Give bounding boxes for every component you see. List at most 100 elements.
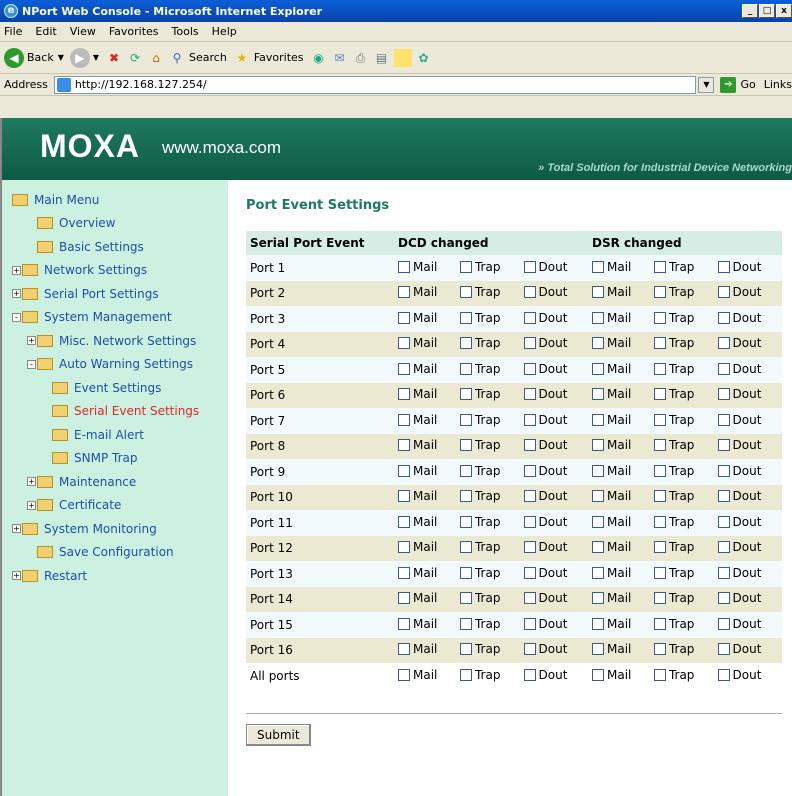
expand-icon[interactable]: + <box>12 524 21 534</box>
checkbox-box[interactable] <box>717 337 730 350</box>
sidebar-item-auto-warning-settings[interactable]: - Auto Warning Settings <box>2 353 228 377</box>
checkbox-box[interactable] <box>398 566 410 579</box>
checkbox-box[interactable] <box>459 617 472 630</box>
checkbox-box[interactable] <box>459 668 472 681</box>
dcd-trap-checkbox[interactable]: Trap <box>459 540 500 554</box>
checkbox-box[interactable] <box>717 668 730 681</box>
dsr-dout-checkbox[interactable]: Dout <box>717 540 761 554</box>
dcd-dout-checkbox[interactable]: Dout <box>523 642 567 656</box>
checkbox-box[interactable] <box>459 413 472 426</box>
dsr-dout-checkbox[interactable]: Dout <box>717 336 761 350</box>
dsr-dout-checkbox[interactable]: Dout <box>717 285 761 299</box>
sidebar-item-save-configuration[interactable]: Save Configuration <box>2 541 228 565</box>
dsr-dout-checkbox[interactable]: Dout <box>717 566 761 580</box>
dcd-trap-checkbox[interactable]: Trap <box>459 336 500 350</box>
checkbox-box[interactable] <box>653 617 666 630</box>
maximize-button[interactable]: □ <box>759 4 775 18</box>
checkbox-box[interactable] <box>523 286 536 299</box>
checkbox-box[interactable] <box>653 260 666 273</box>
checkbox-box[interactable] <box>459 362 472 375</box>
checkbox-box[interactable] <box>398 490 410 503</box>
checkbox-box[interactable] <box>523 260 536 273</box>
checkbox-box[interactable] <box>717 439 730 452</box>
checkbox-box[interactable] <box>717 643 730 656</box>
checkbox-box[interactable] <box>591 260 604 273</box>
dcd-dout-checkbox[interactable]: Dout <box>523 489 567 503</box>
minimize-button[interactable]: _ <box>742 4 758 18</box>
checkbox-box[interactable] <box>459 464 472 477</box>
checkbox-box[interactable] <box>653 541 666 554</box>
dcd-mail-checkbox[interactable]: Mail <box>398 260 437 274</box>
dcd-trap-checkbox[interactable]: Trap <box>459 668 500 682</box>
checkbox-box[interactable] <box>398 260 410 273</box>
banner-url[interactable]: www.moxa.com <box>162 138 281 158</box>
checkbox-box[interactable] <box>398 337 410 350</box>
dcd-dout-checkbox[interactable]: Dout <box>523 336 567 350</box>
dsr-mail-checkbox[interactable]: Mail <box>591 668 631 682</box>
menu-edit[interactable]: Edit <box>35 25 56 38</box>
sidebar-item-network-settings[interactable]: + Network Settings <box>2 259 228 283</box>
checkbox-box[interactable] <box>398 286 410 299</box>
dcd-trap-checkbox[interactable]: Trap <box>459 413 500 427</box>
sidebar-item-overview[interactable]: Overview <box>2 212 228 236</box>
checkbox-box[interactable] <box>398 311 410 324</box>
dsr-dout-checkbox[interactable]: Dout <box>717 464 761 478</box>
dcd-dout-checkbox[interactable]: Dout <box>523 515 567 529</box>
dsr-trap-checkbox[interactable]: Trap <box>653 438 694 452</box>
checkbox-box[interactable] <box>591 592 604 605</box>
dcd-dout-checkbox[interactable]: Dout <box>523 260 567 274</box>
sidebar-item-snmp-trap[interactable]: SNMP Trap <box>2 447 228 471</box>
dsr-dout-checkbox[interactable]: Dout <box>717 387 761 401</box>
dcd-mail-checkbox[interactable]: Mail <box>398 413 437 427</box>
dcd-mail-checkbox[interactable]: Mail <box>398 285 437 299</box>
checkbox-box[interactable] <box>398 668 410 681</box>
dsr-mail-checkbox[interactable]: Mail <box>591 336 631 350</box>
checkbox-box[interactable] <box>523 490 536 503</box>
checkbox-box[interactable] <box>523 337 536 350</box>
dcd-dout-checkbox[interactable]: Dout <box>523 668 567 682</box>
dsr-dout-checkbox[interactable]: Dout <box>717 668 761 682</box>
dsr-dout-checkbox[interactable]: Dout <box>717 362 761 376</box>
checkbox-box[interactable] <box>523 464 536 477</box>
dcd-dout-checkbox[interactable]: Dout <box>523 464 567 478</box>
checkbox-box[interactable] <box>653 464 666 477</box>
dcd-dout-checkbox[interactable]: Dout <box>523 438 567 452</box>
dcd-mail-checkbox[interactable]: Mail <box>398 515 437 529</box>
dcd-trap-checkbox[interactable]: Trap <box>459 642 500 656</box>
checkbox-box[interactable] <box>653 439 666 452</box>
dsr-mail-checkbox[interactable]: Mail <box>591 591 631 605</box>
checkbox-box[interactable] <box>459 311 472 324</box>
sidebar-item-basic-settings[interactable]: Basic Settings <box>2 235 228 259</box>
sidebar-item-certificate[interactable]: + Certificate <box>2 494 228 518</box>
checkbox-box[interactable] <box>591 490 604 503</box>
checkbox-box[interactable] <box>523 592 536 605</box>
menu-file[interactable]: File <box>4 25 22 38</box>
dsr-mail-checkbox[interactable]: Mail <box>591 540 631 554</box>
sidebar-item-serial-port-settings[interactable]: + Serial Port Settings <box>2 282 228 306</box>
checkbox-box[interactable] <box>591 541 604 554</box>
expand-icon[interactable]: + <box>12 289 21 299</box>
checkbox-box[interactable] <box>591 464 604 477</box>
dsr-trap-checkbox[interactable]: Trap <box>653 387 694 401</box>
checkbox-box[interactable] <box>717 311 730 324</box>
dsr-trap-checkbox[interactable]: Trap <box>653 540 694 554</box>
checkbox-box[interactable] <box>459 541 472 554</box>
checkbox-box[interactable] <box>523 515 536 528</box>
checkbox-box[interactable] <box>591 617 604 630</box>
menu-view[interactable]: View <box>70 25 96 38</box>
checkbox-box[interactable] <box>653 643 666 656</box>
links-button[interactable]: Links <box>764 78 792 91</box>
search-button[interactable]: ⚲ Search <box>168 49 227 67</box>
checkbox-box[interactable] <box>717 592 730 605</box>
dsr-dout-checkbox[interactable]: Dout <box>717 260 761 274</box>
dsr-trap-checkbox[interactable]: Trap <box>653 591 694 605</box>
checkbox-box[interactable] <box>591 337 604 350</box>
sidebar-item-restart[interactable]: + Restart <box>2 564 228 588</box>
checkbox-box[interactable] <box>591 286 604 299</box>
checkbox-box[interactable] <box>398 617 410 630</box>
checkbox-box[interactable] <box>459 566 472 579</box>
dcd-trap-checkbox[interactable]: Trap <box>459 489 500 503</box>
media-icon[interactable]: ◉ <box>310 49 328 67</box>
sidebar-item-serial-event-settings[interactable]: Serial Event Settings <box>2 400 228 424</box>
checkbox-box[interactable] <box>523 566 536 579</box>
